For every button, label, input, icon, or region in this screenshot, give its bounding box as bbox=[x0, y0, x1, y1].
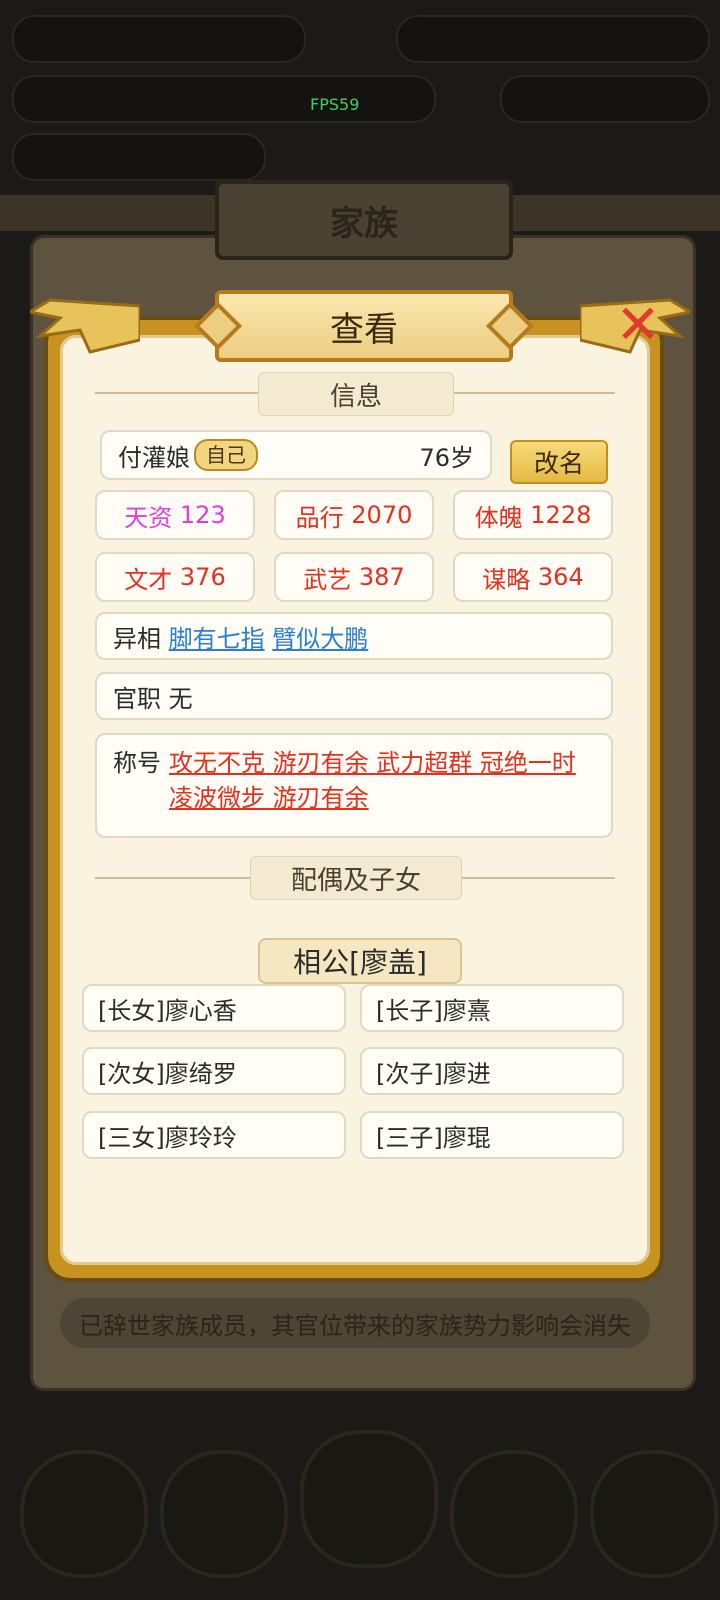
dialog-title-text: 查看 bbox=[330, 309, 398, 350]
family-header: 配偶及子女 bbox=[250, 856, 462, 900]
child-button[interactable]: [长子]廖熹 bbox=[360, 984, 624, 1032]
titles-line-1[interactable]: 攻无不克 游刃有余 武力超群 冠绝一时 bbox=[169, 743, 576, 778]
hud-pill bbox=[12, 75, 436, 123]
traits-row: 异相 脚有七指 臂似大鹏 bbox=[95, 612, 613, 660]
stat-conduct-value: 2070 bbox=[351, 501, 413, 529]
rename-button-label: 改名 bbox=[533, 449, 584, 478]
stat-strategy: 谋略 364 bbox=[453, 552, 613, 602]
child-name: [次子]廖进 bbox=[376, 1059, 491, 1088]
stat-martial-value: 387 bbox=[358, 563, 405, 591]
stat-talent: 天资 123 bbox=[95, 490, 255, 540]
titles-row: 称号 攻无不克 游刃有余 武力超群 冠绝一时 凌波微步 游刃有余 bbox=[95, 733, 613, 838]
stat-conduct: 品行 2070 bbox=[274, 490, 434, 540]
rename-button[interactable]: 改名 bbox=[510, 440, 608, 484]
titles-line-2[interactable]: 凌波微步 游刃有余 bbox=[169, 778, 576, 813]
name-field: 付灌娘 自己 76岁 bbox=[100, 430, 492, 480]
hud-pill bbox=[396, 15, 710, 63]
nav-button bbox=[450, 1450, 578, 1578]
child-name: [次女]廖绮罗 bbox=[98, 1059, 237, 1088]
self-badge: 自己 bbox=[194, 439, 258, 471]
bottom-nav bbox=[0, 1430, 720, 1600]
child-name: [三子]廖琨 bbox=[376, 1123, 491, 1152]
character-age: 76岁 bbox=[419, 443, 474, 472]
left-wing-ornament bbox=[30, 298, 140, 354]
stat-literary-label: 文才 bbox=[124, 565, 173, 594]
trait-link[interactable]: 臂似大鹏 bbox=[272, 619, 368, 654]
info-header-label: 信息 bbox=[329, 381, 382, 412]
nav-button bbox=[160, 1450, 288, 1578]
nav-button bbox=[590, 1450, 718, 1578]
stat-martial: 武艺 387 bbox=[274, 552, 434, 602]
child-button[interactable]: [三子]廖琨 bbox=[360, 1111, 624, 1159]
info-header: 信息 bbox=[258, 372, 454, 416]
hud-pill bbox=[12, 15, 306, 63]
stat-talent-label: 天资 bbox=[124, 503, 173, 532]
fps-counter: FPS59 bbox=[310, 95, 360, 114]
stat-physique-label: 体魄 bbox=[474, 503, 523, 532]
office-value: 无 bbox=[168, 684, 193, 713]
nav-button bbox=[20, 1450, 148, 1578]
close-icon[interactable]: ✕ bbox=[608, 295, 668, 355]
stat-physique-value: 1228 bbox=[530, 501, 592, 529]
child-name: [长子]廖熹 bbox=[376, 996, 491, 1025]
hud-pill bbox=[12, 133, 266, 181]
hud-pill bbox=[500, 75, 710, 123]
child-name: [长女]廖心香 bbox=[98, 996, 237, 1025]
office-label: 官职 bbox=[113, 684, 161, 713]
stat-martial-label: 武艺 bbox=[303, 565, 352, 594]
character-name: 付灌娘 bbox=[118, 443, 190, 472]
child-name: [三女]廖玲玲 bbox=[98, 1123, 237, 1152]
spouse-name: 相公[廖盖] bbox=[293, 946, 427, 979]
stat-conduct-label: 品行 bbox=[295, 503, 344, 532]
nav-button bbox=[300, 1430, 438, 1568]
child-button[interactable]: [长女]廖心香 bbox=[82, 984, 346, 1032]
office-row: 官职 无 bbox=[95, 672, 613, 720]
dialog-title: 查看 bbox=[215, 290, 513, 362]
child-button[interactable]: [三女]廖玲玲 bbox=[82, 1111, 346, 1159]
family-footer-note: 已辞世家族成员，其官位带来的家族势力影响会消失 bbox=[60, 1298, 650, 1348]
stat-strategy-label: 谋略 bbox=[482, 565, 531, 594]
stat-physique: 体魄 1228 bbox=[453, 490, 613, 540]
stat-literary: 文才 376 bbox=[95, 552, 255, 602]
trait-link[interactable]: 脚有七指 bbox=[169, 619, 265, 654]
traits-label: 异相 bbox=[113, 624, 161, 653]
stat-strategy-value: 364 bbox=[537, 563, 584, 591]
child-button[interactable]: [次女]廖绮罗 bbox=[82, 1047, 346, 1095]
titles-label: 称号 bbox=[113, 749, 161, 777]
family-title: 家族 bbox=[215, 180, 513, 260]
family-header-label: 配偶及子女 bbox=[290, 865, 421, 896]
stat-talent-value: 123 bbox=[179, 501, 226, 529]
child-button[interactable]: [次子]廖进 bbox=[360, 1047, 624, 1095]
stat-literary-value: 376 bbox=[179, 563, 226, 591]
spouse-tag[interactable]: 相公[廖盖] bbox=[258, 938, 462, 984]
